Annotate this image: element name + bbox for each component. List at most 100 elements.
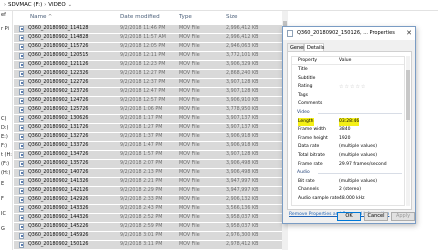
property-row[interactable]: Rating ☆☆☆☆☆	[292, 83, 404, 91]
property-row[interactable]: Data rate (multiple values)	[292, 143, 404, 151]
grid-header-property[interactable]: Property	[298, 57, 317, 65]
property-value: 48.000 kHz	[339, 196, 365, 201]
file-row[interactable]: Q360_20180902_120515 9/2/2018 12:11 PM MOV…	[14, 52, 284, 60]
file-type: MOV File	[179, 26, 200, 31]
grid-header-value[interactable]: Value	[339, 57, 351, 65]
file-row[interactable]: Q360_20180902_145926 9/2/2018 3:01 PM MOV …	[14, 232, 284, 240]
file-date-modified: 9/2/2018 1:47 PM	[120, 143, 163, 148]
nav-item[interactable]: (H:)	[1, 170, 10, 176]
property-grid-header: Property Value	[292, 57, 404, 65]
file-date-modified: 9/2/2018 1:17 PM	[120, 116, 163, 121]
property-row[interactable]: Bit rate (multiple values)	[292, 178, 404, 186]
chevron-down-icon[interactable]: ⌄	[68, 2, 72, 8]
file-row[interactable]: Q360_20180902_114828 9/2/2018 11:57 AM MOV…	[14, 34, 284, 42]
file-type: MOV File	[179, 71, 200, 76]
nav-item[interactable]: D:)	[1, 125, 9, 131]
property-name: Frame rate	[298, 161, 323, 167]
file-row[interactable]: Q360_20180902_143326 9/2/2018 2:43 PM MOV …	[14, 205, 284, 213]
property-row[interactable]: Frame width 3840	[292, 126, 404, 134]
breadcrumb-drive[interactable]: SDVMAC (F:)	[8, 2, 42, 8]
nav-item[interactable]: ef	[1, 12, 6, 18]
rating-stars[interactable]: ☆☆☆☆☆	[339, 83, 366, 91]
scrollbar-thumb[interactable]	[406, 70, 410, 120]
nav-item[interactable]: t (H:)	[1, 152, 12, 158]
video-file-icon	[19, 143, 24, 149]
nav-item[interactable]: (F:)	[1, 161, 9, 167]
file-size: 2,978,412 KB	[226, 242, 259, 247]
video-file-icon	[19, 224, 24, 230]
file-row[interactable]: Q360_20180902_122726 9/2/2018 12:37 PM MOV…	[14, 79, 284, 87]
file-row[interactable]: Q360_20180902_145226 9/2/2018 2:59 PM MOV …	[14, 223, 284, 231]
property-row[interactable]: Frame height 1920	[292, 135, 404, 143]
file-row[interactable]: Q360_20180902_141326 9/2/2018 2:21 PM MOV …	[14, 178, 284, 186]
file-row[interactable]: Q360_20180902_144326 9/2/2018 2:52 PM MOV …	[14, 214, 284, 222]
close-icon[interactable]: ✕	[406, 27, 412, 40]
file-size: 3,907,128 KB	[226, 80, 259, 85]
file-date-modified: 9/2/2018 3:01 PM	[120, 233, 163, 238]
property-value: (multiple values)	[339, 144, 377, 150]
file-row[interactable]: Q360_20180902_134726 9/2/2018 1:57 PM MOV …	[14, 151, 284, 159]
property-row[interactable]: Comments	[292, 100, 404, 108]
nav-item[interactable]: IC	[1, 211, 6, 217]
file-row[interactable]: Q360_20180902_124726 9/2/2018 12:57 PM MOV…	[14, 97, 284, 105]
ok-button[interactable]: OK	[337, 212, 361, 221]
file-size: 3,907,137 KB	[226, 125, 259, 130]
file-type: MOV File	[179, 44, 200, 49]
file-row[interactable]: Q360_20180902_140726 9/2/2018 2:13 PM MOV …	[14, 169, 284, 177]
file-size: 2,946,063 KB	[226, 44, 259, 49]
file-row[interactable]: Q360_20180902_132726 9/2/2018 1:37 PM MOV …	[14, 133, 284, 141]
property-row[interactable]: Total bitrate (multiple values)	[292, 152, 404, 160]
video-file-icon	[19, 80, 24, 86]
column-header-size[interactable]: Size	[226, 11, 237, 23]
nav-item[interactable]: G	[1, 226, 5, 232]
file-name: Q360_20180902_145226	[28, 224, 89, 229]
file-row[interactable]: Q360_20180902_135726 9/2/2018 2:07 PM MOV …	[14, 160, 284, 168]
file-row[interactable]: Q360_20180902_133726 9/2/2018 1:47 PM MOV …	[14, 142, 284, 150]
file-row[interactable]: Q360_20180902_123726 9/2/2018 12:47 PM MOV…	[14, 88, 284, 96]
file-row[interactable]: Q360_20180902_130626 9/2/2018 1:17 PM MOV …	[14, 115, 284, 123]
file-list[interactable]: Name ^ Date modified Type Size Q360_2018…	[14, 11, 284, 250]
column-header-type[interactable]: Type	[179, 11, 192, 23]
property-row[interactable]: Length 03:28:46	[292, 117, 404, 126]
property-row[interactable]: Channels 2 (stereo)	[292, 186, 404, 194]
nav-item[interactable]: C)	[1, 116, 6, 122]
breadcrumb-folder[interactable]: VIDEO	[48, 2, 65, 8]
file-size: 3,907,128 KB	[226, 152, 259, 157]
address-bar[interactable]: › SDVMAC (F:) › VIDEO ⌄	[0, 0, 438, 11]
property-row[interactable]: Audio sample rate 48.000 kHz	[292, 195, 404, 203]
column-header-date[interactable]: Date modified	[120, 11, 160, 23]
navigation-pane[interactable]: ef r Pi C) D:) E:) F:) t (H:) (F:) (H:) E F IC G	[0, 11, 13, 250]
file-type: MOV File	[179, 161, 200, 166]
nav-item[interactable]: E:)	[1, 134, 8, 140]
file-name: Q360_20180902_120515	[28, 53, 89, 58]
property-grid[interactable]: Property Value Title Subtitle Rating ☆☆☆☆☆ T…	[291, 56, 405, 206]
file-row[interactable]: Q360_20180902_115726 9/2/2018 12:05 PM MOV…	[14, 43, 284, 51]
details-panel: Property Value Title Subtitle Rating ☆☆☆☆☆ T…	[287, 51, 412, 210]
file-type: MOV File	[179, 242, 200, 247]
file-row[interactable]: Q360_20180902_121126 9/2/2018 12:23 PM MOV…	[14, 61, 284, 69]
chevron-right-icon: ›	[44, 2, 47, 8]
file-row[interactable]: Q360_20180902_114128 9/2/2018 11:46 PM MOV…	[14, 25, 284, 33]
file-row[interactable]: Q360_20180902_131726 9/2/2018 1:27 PM MOV …	[14, 124, 284, 132]
file-row[interactable]: Q360_20180902_125726 9/2/2018 1:06 PM MOV …	[14, 106, 284, 114]
column-header-name[interactable]: Name	[30, 11, 47, 23]
file-date-modified: 9/2/2018 2:13 PM	[120, 170, 163, 175]
file-row[interactable]: Q360_20180902_142126 9/2/2018 2:29 PM MOV …	[14, 187, 284, 195]
nav-item[interactable]: r Pi	[1, 26, 9, 32]
cancel-button[interactable]: Cancel	[364, 212, 388, 221]
property-row[interactable]: Tags	[292, 92, 404, 100]
nav-item[interactable]: F:)	[1, 143, 7, 149]
property-row[interactable]: Subtitle	[292, 75, 404, 83]
file-row[interactable]: Q360_20180902_142926 9/2/2018 2:33 PM MOV …	[14, 196, 284, 204]
property-row[interactable]: Title	[292, 66, 404, 74]
property-value: (multiple values)	[339, 178, 377, 184]
file-row[interactable]: Q360_20180902_122326 9/2/2018 12:27 PM MOV…	[14, 70, 284, 78]
sort-ascending-icon: ^	[48, 14, 53, 20]
apply-button[interactable]: Apply	[391, 212, 415, 221]
property-grid-scrollbar[interactable]	[406, 56, 410, 206]
property-row[interactable]: Frame rate 29.97 frames/second	[292, 161, 404, 169]
nav-item[interactable]: F	[1, 196, 4, 202]
nav-item[interactable]: E	[1, 181, 4, 187]
file-row[interactable]: Q360_20180902_150126 9/2/2018 3:11 PM MOV …	[14, 241, 284, 249]
dialog-title-bar[interactable]: Q360_20180902_150126, ... Properties ✕	[283, 27, 415, 40]
